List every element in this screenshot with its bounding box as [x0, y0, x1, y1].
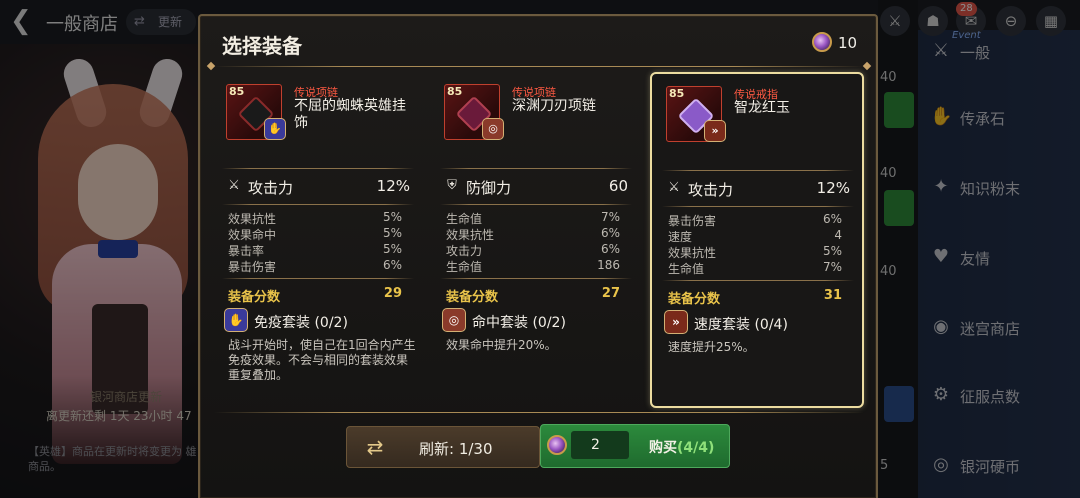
speed-set-icon: » [704, 120, 726, 142]
sword-icon: ⚔ [228, 178, 240, 193]
select-equipment-dialog: 选择装备 10 85 ✋ 传说项链 不屈的蜘蛛英雄挂饰 ⚔ 攻击力 12% 效果… [198, 14, 878, 498]
equipment-score: 装备分数 31 [668, 288, 842, 307]
shield-icon: ⛨ [447, 178, 457, 193]
set-name: 免疫套装 (0/2) [254, 315, 348, 331]
speed-set-icon: » [664, 310, 688, 334]
sub-stat-row: 效果抗性 6% [446, 226, 620, 242]
set-description: 效果命中提升20%。 [446, 338, 557, 352]
sub-stat-row: 攻击力 6% [446, 242, 620, 258]
price: 2 [571, 431, 629, 459]
sub-stat-row: 生命值 7% [446, 210, 620, 226]
item-name: 不屈的蜘蛛英雄挂饰 [294, 98, 406, 131]
set-info: ◎ 命中套装 (0/2) [442, 308, 638, 334]
sub-stat-row: 暴击伤害 6% [668, 212, 842, 228]
buy-button[interactable]: 2 购买(4/4) [540, 424, 730, 468]
divider [214, 66, 864, 67]
main-stat-label: 攻击力 [248, 179, 294, 197]
sub-stat-row: 暴击率 5% [228, 242, 402, 258]
divider [214, 412, 864, 413]
hit-set-icon: ◎ [482, 118, 504, 140]
sub-stat-row: 生命值 186 [446, 258, 620, 274]
set-description: 战斗开始时，使自己在1回合内产生免疫效果。不会与相同的套装效果重复叠加。 [228, 338, 416, 382]
item-level: 85 [229, 85, 245, 98]
equipment-card[interactable]: 85 ✋ 传说项链 不屈的蜘蛛英雄挂饰 ⚔ 攻击力 12% 效果抗性 5% 效果命… [212, 72, 426, 408]
sub-stat-row: 效果抗性 5% [228, 210, 402, 226]
immunity-set-icon: ✋ [264, 118, 286, 140]
main-stat-label: 攻击力 [688, 181, 734, 199]
sub-stat-row: 效果命中 5% [228, 226, 402, 242]
sub-stat-row: 暴击伤害 6% [228, 258, 402, 274]
refresh-label: 刷新: 1/30 [419, 440, 493, 458]
currency-coin-icon [547, 435, 567, 455]
item-name: 深渊刀刃项链 [512, 98, 596, 114]
equipment-card-selected[interactable]: 85 » 传说戒指 智龙红玉 ⚔ 攻击力 12% 暴击伤害 6% 速度 4 效果抗性… [650, 72, 864, 408]
sub-stat-row: 效果抗性 5% [668, 244, 842, 260]
equipment-card[interactable]: 85 ◎ 传说项链 深渊刀刃项链 ⛨ 防御力 60 生命值 7% 效果抗性 6% 攻… [430, 72, 644, 408]
item-name: 智龙红玉 [734, 100, 790, 116]
refresh-button[interactable]: ⇄ 刷新: 1/30 [346, 426, 540, 468]
currency-amount: 10 [838, 34, 858, 52]
main-stat: ⚔ 攻击力 12% [226, 176, 412, 198]
main-stat: ⚔ 攻击力 12% [666, 178, 852, 200]
set-name: 速度套装 (0/4) [694, 317, 788, 333]
set-name: 命中套装 (0/2) [472, 315, 566, 331]
main-stat-value: 12% [376, 177, 410, 195]
sub-stat-row: 生命值 7% [668, 260, 842, 276]
main-stat: ⛨ 防御力 60 [444, 176, 630, 198]
refresh-icon: ⇄ [366, 435, 384, 459]
hit-set-icon: ◎ [442, 308, 466, 332]
main-stat-label: 防御力 [466, 179, 512, 197]
item-level: 85 [447, 85, 463, 98]
set-description: 速度提升25%。 [668, 340, 755, 354]
buy-label: 购买(4/4) [649, 440, 715, 456]
set-info: ✋ 免疫套装 (0/2) [224, 308, 420, 334]
main-stat-value: 12% [816, 179, 850, 197]
immunity-set-icon: ✋ [224, 308, 248, 332]
dialog-title: 选择装备 [222, 34, 302, 58]
currency-coin-icon [812, 32, 832, 52]
item-level: 85 [669, 87, 685, 100]
equipment-score: 装备分数 27 [446, 286, 620, 305]
equipment-score: 装备分数 29 [228, 286, 402, 305]
sub-stat-row: 速度 4 [668, 228, 842, 244]
sword-icon: ⚔ [668, 180, 680, 195]
main-stat-value: 60 [608, 177, 628, 195]
set-info: » 速度套装 (0/4) [664, 310, 860, 336]
